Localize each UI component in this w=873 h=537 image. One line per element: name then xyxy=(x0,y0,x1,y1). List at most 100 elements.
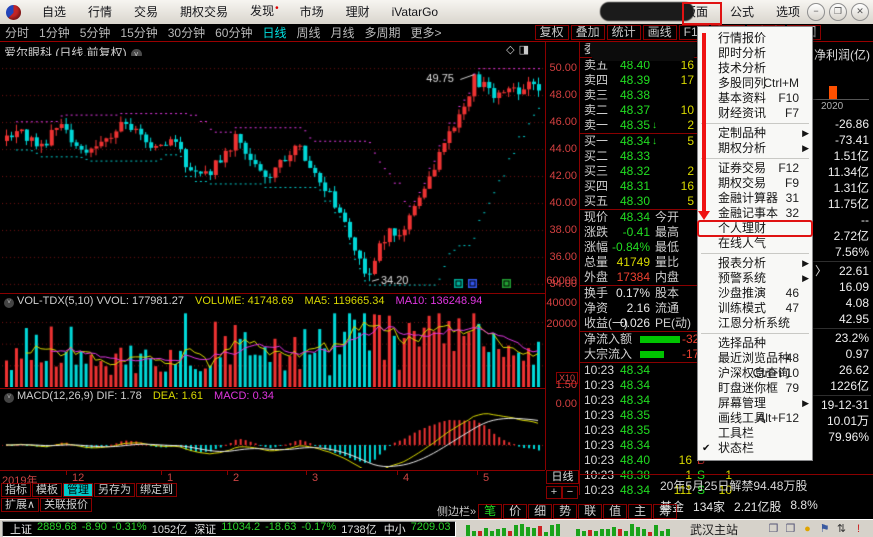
menu-item-label: 个人理财 xyxy=(718,221,766,235)
index-quote-深证[interactable]: 深证11034.2-18.63-0.17%1738亿 xyxy=(194,521,377,537)
menubar-item-自选[interactable]: 自选 xyxy=(31,0,77,24)
tool-叠加[interactable]: 叠加 xyxy=(571,25,605,40)
period-indicator[interactable]: 日线 xyxy=(546,470,579,484)
period-月线[interactable]: 月线 xyxy=(329,24,357,41)
mini-tab-筹[interactable]: 筹 xyxy=(653,504,677,519)
market-mini-chart-2[interactable] xyxy=(576,523,676,536)
menu-item-期权分析[interactable]: 期权分析▶ xyxy=(698,141,812,156)
menu-item-期权交易[interactable]: 期权交易F9 xyxy=(698,176,812,191)
indicator-tab-指标[interactable]: 指标 xyxy=(1,483,31,497)
menu-item-预警系统[interactable]: 预警系统▶ xyxy=(698,271,812,286)
menu-item-基本资料[interactable]: 基本资料F10 xyxy=(698,91,812,106)
menu-item-画线工具[interactable]: 画线工具Alt+F12 xyxy=(698,411,812,426)
mini-bar xyxy=(642,529,646,535)
menu-item-选择品种[interactable]: 选择品种 xyxy=(698,336,812,351)
menu-item-技术分析[interactable]: 技术分析 xyxy=(698,61,812,76)
menu-item-盯盘迷你框[interactable]: 盯盘迷你框79 xyxy=(698,381,812,396)
volume-chart[interactable] xyxy=(2,309,544,387)
period-5分钟[interactable]: 5分钟 xyxy=(78,24,113,41)
period-15分钟[interactable]: 15分钟 xyxy=(118,24,159,41)
index-quote-中小[interactable]: 中小7209.03-14.99-0.21%785.5亿 xyxy=(384,521,456,537)
mini-tab-细[interactable]: 细 xyxy=(528,504,552,519)
menu-item-沙盘推演[interactable]: 沙盘推演46 xyxy=(698,286,812,301)
period-分时[interactable]: 分时 xyxy=(3,24,31,41)
menu-item-在线人气[interactable]: 在线人气 xyxy=(698,236,812,251)
menu-item-屏幕管理[interactable]: 屏幕管理▶ xyxy=(698,396,812,411)
menubar-item-交易[interactable]: 交易 xyxy=(123,0,169,24)
collapse-icon[interactable]: ˅ xyxy=(4,298,14,308)
indicator-tab-绑定到[interactable]: 绑定到 xyxy=(136,483,177,497)
menu-item-训练模式[interactable]: 训练模式47 xyxy=(698,301,812,316)
menu-item-即时分析[interactable]: 即时分析 xyxy=(698,46,812,61)
index-quotes-inset[interactable]: 上证2889.68-8.90-0.31%1052亿深证11034.2-18.63… xyxy=(2,521,456,537)
zoom-out-button[interactable]: − xyxy=(562,486,578,499)
mini-tab-笔[interactable]: 笔 xyxy=(478,504,502,519)
period-多周期[interactable]: 多周期 xyxy=(363,24,403,41)
alert-icon[interactable]: ! xyxy=(852,523,865,536)
minimize-button[interactable]: − xyxy=(807,3,825,21)
candlestick-chart[interactable] xyxy=(2,56,544,292)
indicator-tab-模板[interactable]: 模板 xyxy=(32,483,62,497)
diamond-icon[interactable]: ◇ xyxy=(506,44,518,56)
linked-quote-button[interactable]: 关联报价 xyxy=(40,498,92,512)
sidebar-toggle[interactable]: 侧边栏» xyxy=(437,503,476,519)
market-mini-chart-1[interactable] xyxy=(466,523,566,536)
indicator-tab-管理[interactable]: 管理 xyxy=(63,483,93,497)
coin-icon[interactable]: ● xyxy=(801,523,814,536)
mini-tab-主[interactable]: 主 xyxy=(628,504,652,519)
period-更多>[interactable]: 更多> xyxy=(409,24,444,41)
menu-item-行情报价[interactable]: 行情报价 xyxy=(698,31,812,46)
panel-icon[interactable]: ◨ xyxy=(519,44,533,56)
server-station-label[interactable]: 武汉主站 xyxy=(690,521,738,537)
menu-item-工具栏[interactable]: 工具栏 xyxy=(698,426,812,441)
layout-1-icon[interactable]: ❐ xyxy=(767,523,780,536)
menu-item-报表分析[interactable]: 报表分析▶ xyxy=(698,256,812,271)
tool-统计[interactable]: 统计 xyxy=(607,25,641,40)
menubar-item-期权交易[interactable]: 期权交易 xyxy=(169,0,239,24)
menubar-item-发现[interactable]: 发现• xyxy=(239,0,289,25)
menu-item-金融记事本[interactable]: 金融记事本32 xyxy=(698,206,812,221)
bid-price: 48.32 xyxy=(606,164,650,179)
menubar-item-选项[interactable]: 选项 xyxy=(765,0,811,24)
menu-item-定制品种[interactable]: 定制品种▶ xyxy=(698,126,812,141)
layout-2-icon[interactable]: ❐ xyxy=(784,523,797,536)
close-button[interactable]: ✕ xyxy=(851,3,869,21)
menubar-item-公式[interactable]: 公式 xyxy=(719,0,765,24)
index-quote-上证[interactable]: 上证2889.68-8.90-0.31%1052亿 xyxy=(10,521,187,537)
menu-item-证券交易[interactable]: 证券交易F12 xyxy=(698,161,812,176)
tool-复权[interactable]: 复权 xyxy=(535,25,569,40)
indicator-tab-另存为[interactable]: 另存为 xyxy=(94,483,135,497)
menu-item-多股同列[interactable]: 多股同列Ctrl+M xyxy=(698,76,812,91)
tool-画线[interactable]: 画线 xyxy=(643,25,677,40)
menu-item-最近浏览品种[interactable]: 最近浏览品种48 xyxy=(698,351,812,366)
period-日线[interactable]: 日线 xyxy=(260,24,288,41)
mini-tab-势[interactable]: 势 xyxy=(553,504,577,519)
menubar-item-市场[interactable]: 市场 xyxy=(289,0,335,24)
updown-icon[interactable]: ⇅ xyxy=(835,523,848,536)
collapse-icon[interactable]: ˅ xyxy=(4,393,14,403)
menu-item-状态栏[interactable]: ✔状态栏 xyxy=(698,441,812,456)
flag-icon[interactable]: ⚑ xyxy=(818,523,831,536)
restore-button[interactable]: ❐ xyxy=(829,3,847,21)
macd-label: 1.50 xyxy=(556,379,577,391)
menubar-item-iVatarGo[interactable]: iVatarGo xyxy=(381,0,449,24)
period-周线[interactable]: 周线 xyxy=(294,24,322,41)
mini-tab-值[interactable]: 值 xyxy=(603,504,627,519)
macd-chart[interactable] xyxy=(2,404,544,468)
menu-item-个人理财[interactable]: 个人理财 xyxy=(698,221,812,236)
menu-item-财经资讯[interactable]: 财经资讯F7 xyxy=(698,106,812,121)
zoom-in-button[interactable]: + xyxy=(546,486,562,499)
period-30分钟[interactable]: 30分钟 xyxy=(166,24,207,41)
mini-tab-联[interactable]: 联 xyxy=(578,504,602,519)
mini-tab-价[interactable]: 价 xyxy=(503,504,527,519)
expand-button[interactable]: 扩展∧ xyxy=(1,498,39,512)
menu-item-沪深权息查询[interactable]: 沪深权息查询Ctrl+F10 xyxy=(698,366,812,381)
menu-item-江恩分析系统[interactable]: 江恩分析系统 xyxy=(698,316,812,331)
expander-icon[interactable]: 〉 xyxy=(815,263,827,279)
menu-item-label: 技术分析 xyxy=(718,61,766,75)
period-60分钟[interactable]: 60分钟 xyxy=(213,24,254,41)
menu-item-金融计算器[interactable]: 金融计算器31 xyxy=(698,191,812,206)
menubar-item-理财[interactable]: 理财 xyxy=(335,0,381,24)
menubar-item-行情[interactable]: 行情 xyxy=(77,0,123,24)
period-1分钟[interactable]: 1分钟 xyxy=(37,24,72,41)
